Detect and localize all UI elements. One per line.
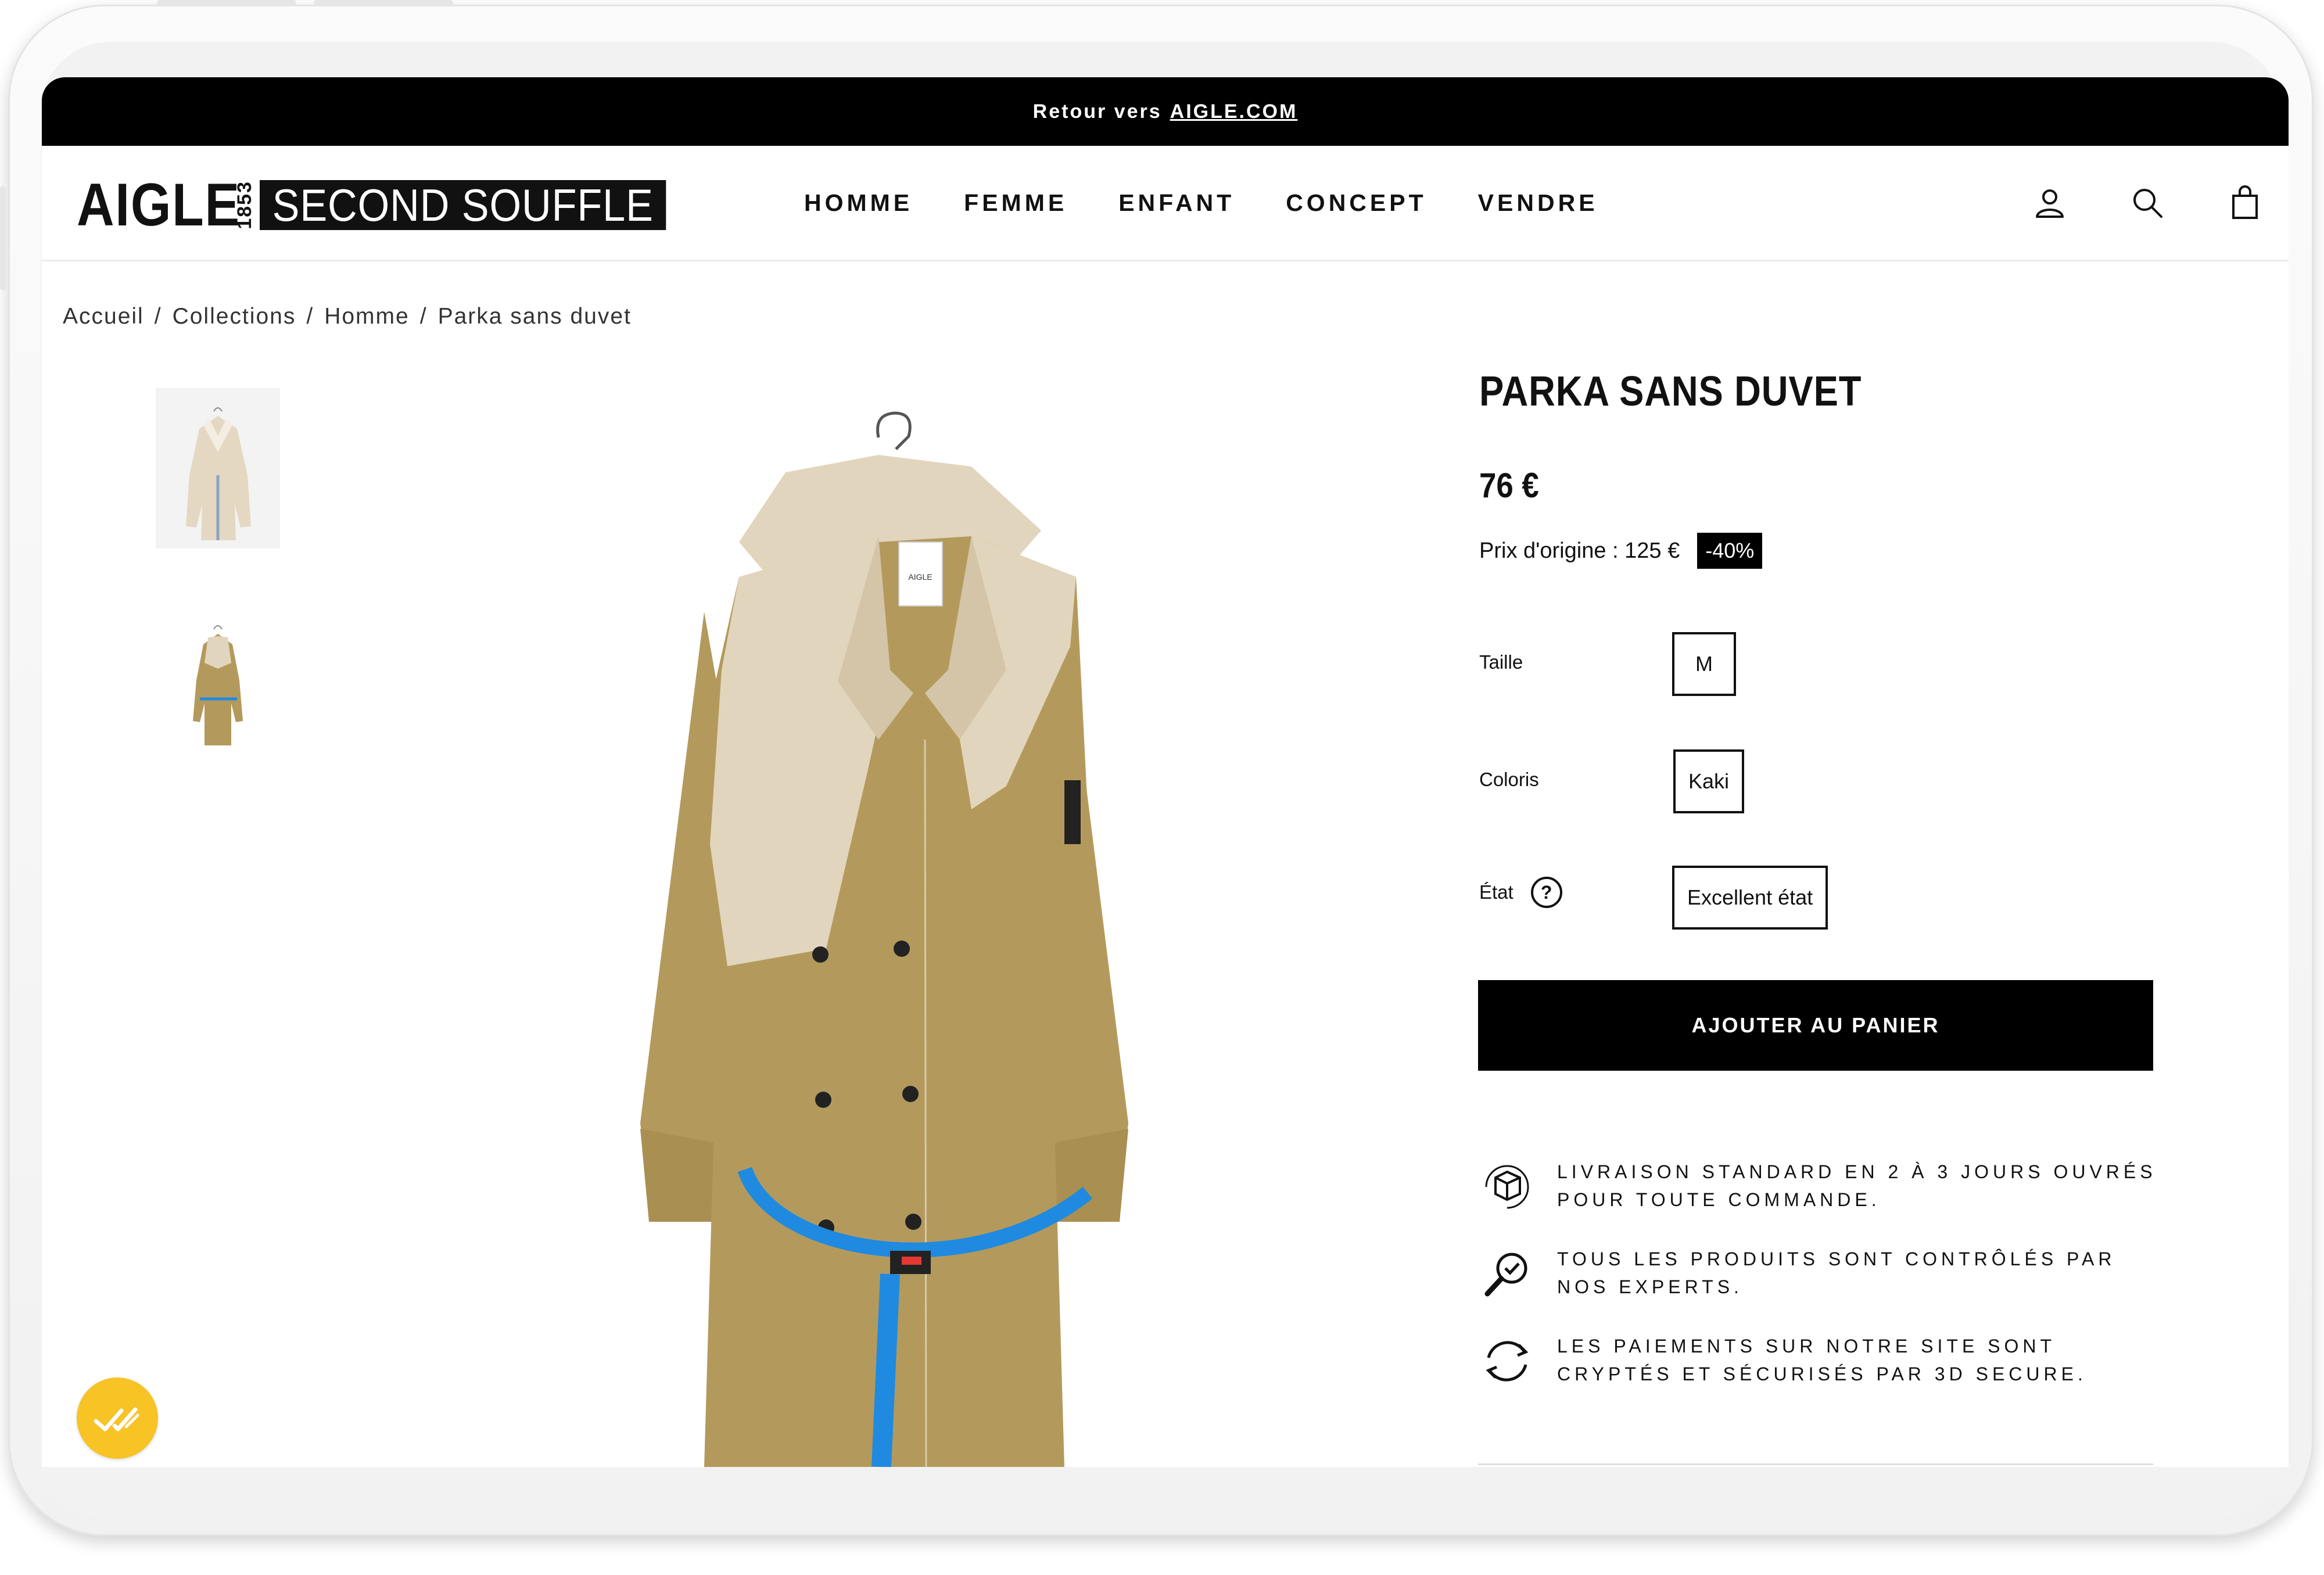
discount-badge: -40% bbox=[1697, 533, 1763, 569]
product-thumbnail-1[interactable] bbox=[156, 388, 280, 548]
breadcrumb-separator: / bbox=[306, 304, 314, 329]
garment-label-text: AIGLE bbox=[908, 572, 932, 582]
help-icon[interactable]: ? bbox=[1530, 877, 1562, 908]
breadcrumb-current: Parka sans duvet bbox=[437, 304, 632, 329]
size-option[interactable]: M bbox=[1672, 632, 1736, 696]
main-nav: HOMME FEMME ENFANT CONCEPT VENDRE bbox=[804, 146, 1649, 260]
tablet-side-button bbox=[0, 186, 6, 290]
banner-link[interactable]: AIGLE.COM bbox=[1170, 101, 1298, 123]
logo-brand: AIGLE bbox=[77, 171, 241, 239]
breadcrumb-accueil[interactable]: Accueil bbox=[63, 304, 144, 329]
coat-front-thumbnail bbox=[193, 625, 243, 745]
breadcrumb-homme[interactable]: Homme bbox=[324, 304, 410, 329]
reassurance-item: TOUS LES PRODUITS SONT CONTRÔLÉS PAR NOS… bbox=[1478, 1245, 2175, 1303]
original-price: Prix d'origine : 125 € bbox=[1479, 538, 1680, 563]
delivery-box-icon bbox=[1485, 1165, 1529, 1209]
logo-tagline: SECOND SOUFFLE bbox=[260, 180, 666, 230]
nav-item-homme[interactable]: HOMME bbox=[804, 189, 913, 217]
double-check-icon bbox=[94, 1407, 139, 1432]
tablet-top-button bbox=[314, 0, 453, 6]
product-title: PARKA SANS DUVET bbox=[1479, 368, 1862, 415]
cart-icon[interactable] bbox=[2226, 184, 2264, 221]
reassurance-text: LES PAIEMENTS SUR NOTRE SITE SONT CRYPTÉ… bbox=[1557, 1336, 2087, 1384]
coat-back-thumbnail bbox=[186, 407, 251, 540]
breadcrumb-separator: / bbox=[154, 304, 162, 329]
site-header: AIGLE 1853 SECOND SOUFFLE HOMME FEMME EN… bbox=[42, 146, 2289, 261]
nav-item-concept[interactable]: CONCEPT bbox=[1286, 189, 1426, 217]
section-divider bbox=[1478, 1463, 2153, 1465]
size-label: Taille bbox=[1479, 651, 1523, 673]
condition-option[interactable]: Excellent état bbox=[1672, 866, 1828, 930]
reassurance-text: TOUS LES PRODUITS SONT CONTRÔLÉS PAR NOS… bbox=[1557, 1248, 2116, 1297]
product-price: 76 € bbox=[1479, 466, 1539, 505]
search-icon[interactable] bbox=[2129, 184, 2166, 221]
browser-screen: Retour vers AIGLE.COM AIGLE 1853 SECOND … bbox=[42, 77, 2289, 1467]
condition-label-row: État ? bbox=[1479, 877, 1562, 908]
logo-year: 1853 bbox=[234, 181, 256, 229]
add-to-cart-button[interactable]: AJOUTER AU PANIER bbox=[1478, 980, 2153, 1071]
product-main-image: AIGLE bbox=[640, 411, 1128, 1467]
original-price-row: Prix d'origine : 125 € -40% bbox=[1479, 533, 1763, 569]
account-icon[interactable] bbox=[2031, 184, 2068, 221]
color-label: Coloris bbox=[1479, 769, 1539, 790]
reassurance-text: LIVRAISON STANDARD EN 2 À 3 JOURS OUVRÉS… bbox=[1557, 1161, 2157, 1210]
tablet-top-button bbox=[157, 0, 296, 6]
breadcrumb-collections[interactable]: Collections bbox=[173, 304, 296, 329]
condition-label: État bbox=[1479, 881, 1514, 903]
reassurance-item: LIVRAISON STANDARD EN 2 À 3 JOURS OUVRÉS… bbox=[1478, 1158, 2175, 1216]
product-thumbnail-2[interactable] bbox=[156, 593, 280, 754]
breadcrumb: Accueil / Collections / Homme / Parka sa… bbox=[63, 304, 632, 329]
reassurance-item: LES PAIEMENTS SUR NOTRE SITE SONT CRYPTÉ… bbox=[1478, 1332, 2175, 1390]
top-banner: Retour vers AIGLE.COM bbox=[42, 77, 2289, 146]
banner-text: Retour vers bbox=[1032, 100, 1162, 123]
color-option[interactable]: Kaki bbox=[1673, 749, 1745, 813]
magnifier-check-icon bbox=[1484, 1253, 1527, 1297]
chat-widget-button[interactable] bbox=[77, 1377, 158, 1459]
site-logo[interactable]: AIGLE 1853 SECOND SOUFFLE bbox=[77, 171, 711, 239]
nav-item-vendre[interactable]: VENDRE bbox=[1478, 189, 1598, 217]
refresh-arrows-icon bbox=[1486, 1341, 1529, 1382]
breadcrumb-separator: / bbox=[419, 304, 428, 329]
nav-item-enfant[interactable]: ENFANT bbox=[1118, 189, 1235, 217]
nav-item-femme[interactable]: FEMME bbox=[964, 189, 1067, 217]
